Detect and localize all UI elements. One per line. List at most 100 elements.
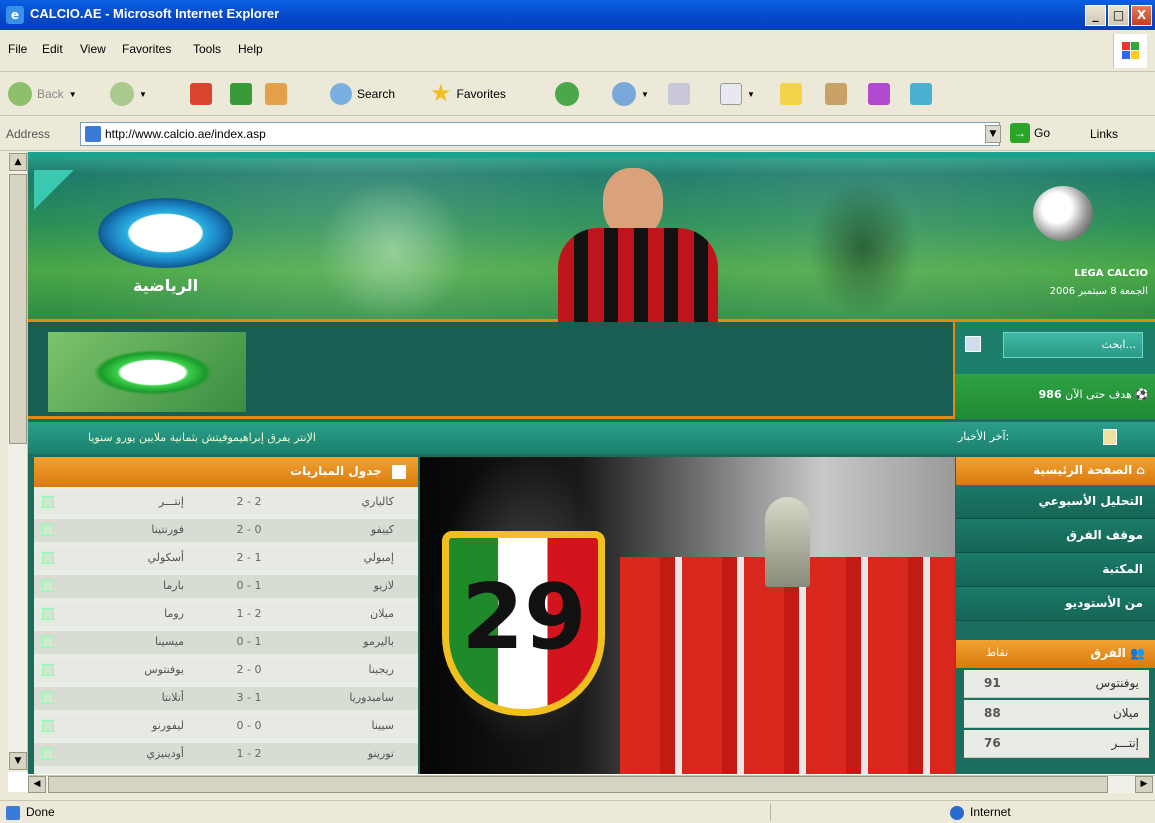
horizontal-scrollbar[interactable]: ◀ ▶ xyxy=(28,775,1155,793)
print-button[interactable] xyxy=(668,80,690,108)
url-input[interactable]: http://www.calcio.ae/index.asp xyxy=(80,122,1000,146)
match-row[interactable]: فورنتينا 2 - 0 كييفو xyxy=(34,519,418,542)
refresh-button[interactable] xyxy=(230,80,252,108)
maximize-button[interactable]: □ xyxy=(1108,5,1129,26)
msn-button[interactable] xyxy=(910,80,932,108)
favorites-button[interactable]: ★ Favorites xyxy=(430,80,506,108)
home-button[interactable] xyxy=(265,80,287,108)
search-panel: ابحث... هدف حتى الآن 986 ⚽ xyxy=(953,322,1155,419)
match-row[interactable]: ميسينا 0 - 1 باليرمو xyxy=(34,631,418,654)
forward-button[interactable]: ▼ xyxy=(110,80,147,108)
window-title-bar[interactable]: e CALCIO.AE - Microsoft Internet Explore… xyxy=(0,0,1155,30)
channel-logo-icon xyxy=(93,350,213,395)
scroll-left-arrow[interactable]: ◀ xyxy=(28,776,46,793)
match-details-icon[interactable] xyxy=(42,552,54,564)
address-dropdown-button[interactable]: ▼ xyxy=(985,125,1001,143)
team-row[interactable]: 88 ميلان xyxy=(964,700,1149,728)
back-button[interactable]: Back ▼ xyxy=(8,80,77,108)
match-details-icon[interactable] xyxy=(42,580,54,592)
match-row[interactable]: أتلانتا 3 - 1 سامبدوريا xyxy=(34,687,418,710)
match-row[interactable]: أسكولي 2 - 1 إمبولي xyxy=(34,547,418,570)
search-icon xyxy=(330,83,352,105)
match-score: 2 - 0 xyxy=(236,663,262,676)
nav-team-standings[interactable]: موقف الفرق xyxy=(956,519,1155,553)
team-row[interactable]: 91 يوفنتوس xyxy=(964,670,1149,698)
menu-view[interactable]: View xyxy=(80,42,106,56)
menu-help[interactable]: Help xyxy=(238,42,263,56)
history-icon xyxy=(555,82,579,106)
notes-button[interactable] xyxy=(780,80,802,108)
menu-favorites[interactable]: Favorites xyxy=(122,42,171,56)
lega-calcio-text: LEGA CALCIO xyxy=(1074,268,1148,279)
site-banner: الرياضية LEGA CALCIO الجمعة 8 سبتمبر 200… xyxy=(28,152,1155,323)
go-button[interactable]: → Go xyxy=(1010,123,1050,143)
match-home-team: ميلان xyxy=(370,607,394,620)
player-silhouette-left xyxy=(318,178,468,323)
nav-from-studio[interactable]: من الأستوديو xyxy=(956,587,1155,621)
match-score: 2 - 1 xyxy=(236,551,262,564)
research-icon xyxy=(825,83,847,105)
match-row[interactable]: أودينيزي 1 - 2 تورينو xyxy=(34,743,418,766)
research-button[interactable] xyxy=(825,80,847,108)
match-details-icon[interactable] xyxy=(42,496,54,508)
vertical-scroll-thumb[interactable] xyxy=(9,174,27,444)
team-points: 88 xyxy=(984,706,1001,720)
scroll-up-arrow[interactable]: ▲ xyxy=(9,153,27,171)
match-away-team: يوفنتوس xyxy=(144,663,184,676)
security-zone: Internet xyxy=(970,805,1011,819)
match-details-icon[interactable] xyxy=(42,608,54,620)
menu-edit[interactable]: Edit xyxy=(42,42,63,56)
scroll-right-arrow[interactable]: ▶ xyxy=(1135,776,1153,793)
menu-file[interactable]: File xyxy=(8,42,27,56)
minimize-button[interactable]: _ xyxy=(1085,5,1106,26)
match-details-icon[interactable] xyxy=(42,720,54,732)
match-details-icon[interactable] xyxy=(42,636,54,648)
page-icon xyxy=(85,126,101,142)
match-details-icon[interactable] xyxy=(42,664,54,676)
nav-weekly-analysis[interactable]: التحليل الأسبوعي xyxy=(956,485,1155,519)
links-button[interactable]: Links xyxy=(1090,127,1118,141)
match-details-icon[interactable] xyxy=(42,524,54,536)
messenger-button[interactable] xyxy=(868,80,890,108)
match-details-icon[interactable] xyxy=(42,748,54,760)
edit-button[interactable]: ▼ xyxy=(720,80,755,108)
chevron-down-icon: ▼ xyxy=(139,89,147,99)
menu-tools[interactable]: Tools xyxy=(193,42,221,56)
site-search-input[interactable]: ابحث... xyxy=(1003,332,1143,358)
vertical-scrollbar[interactable]: ▲ ▼ xyxy=(8,152,28,772)
search-icon[interactable] xyxy=(965,336,981,352)
match-details-icon[interactable] xyxy=(42,692,54,704)
team-row[interactable]: 76 إنتـــر xyxy=(964,730,1149,758)
chevron-down-icon: ▼ xyxy=(68,89,77,99)
stop-icon xyxy=(190,83,212,105)
nav-home[interactable]: الصفحة الرئيسية ⌂ xyxy=(956,457,1155,485)
status-bar: Done Internet xyxy=(0,800,1155,823)
feature-photo[interactable]: 29 xyxy=(420,457,955,774)
match-score: 0 - 1 xyxy=(236,579,262,592)
match-row[interactable]: ليفورنو 0 - 0 سيينا xyxy=(34,715,418,738)
match-away-team: إنتـــر xyxy=(158,495,184,508)
side-navigation: الصفحة الرئيسية ⌂ التحليل الأسبوعي موقف … xyxy=(956,457,1155,774)
close-button[interactable]: X xyxy=(1131,5,1152,26)
standard-toolbar: Back ▼ ▼ Search ★ Favorites ▼ ▼ xyxy=(0,72,1155,116)
ie-icon: e xyxy=(6,6,24,24)
mail-button[interactable]: ▼ xyxy=(612,80,649,108)
nav-library[interactable]: المكتبة xyxy=(956,553,1155,587)
stop-button[interactable] xyxy=(190,80,212,108)
match-home-team: باليرمو xyxy=(363,635,394,648)
address-bar: Address http://www.calcio.ae/index.asp ▼… xyxy=(0,117,1155,151)
ticker-headline[interactable]: الإنتر يفرق إبراهيموفيتش بثمانية ملايين … xyxy=(88,431,848,444)
horizontal-scroll-thumb[interactable] xyxy=(48,776,1108,793)
matches-table: جدول المباريات إنتـــر 2 - 2 كالياري فورنتي… xyxy=(34,457,418,774)
scudetto-number: 29 xyxy=(461,565,587,670)
match-row[interactable]: إنتـــر 2 - 2 كالياري xyxy=(34,491,418,514)
match-row[interactable]: روما 1 - 2 ميلان xyxy=(34,603,418,626)
match-away-team: أتلانتا xyxy=(161,691,184,704)
match-away-team: بارما xyxy=(163,579,184,592)
scroll-down-arrow[interactable]: ▼ xyxy=(9,752,27,770)
match-row[interactable]: بارما 0 - 1 لازيو xyxy=(34,575,418,598)
channel-logo-box[interactable] xyxy=(48,332,246,412)
history-button[interactable] xyxy=(555,80,579,108)
match-row[interactable]: يوفنتوس 2 - 0 ريجينا xyxy=(34,659,418,682)
search-button[interactable]: Search xyxy=(330,80,395,108)
